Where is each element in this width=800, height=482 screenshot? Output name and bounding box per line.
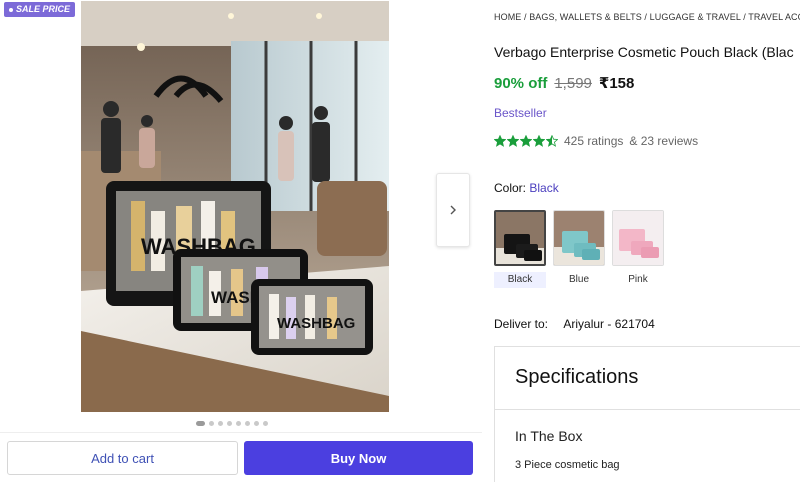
carousel-dot[interactable] xyxy=(263,421,268,426)
blue-bag-thumbnail xyxy=(554,211,604,265)
star-icon xyxy=(546,135,558,147)
color-label: Color: xyxy=(494,181,527,195)
selected-color: Black xyxy=(529,181,559,195)
carousel-dot[interactable] xyxy=(196,421,205,426)
reviews-count: & 23 reviews xyxy=(629,134,699,148)
product-image[interactable]: WASHBAG WASH WASHBAG xyxy=(81,1,389,412)
product-title: Verbago Enterprise Cosmetic Pouch Black … xyxy=(494,44,794,60)
carousel-dot[interactable] xyxy=(218,421,223,426)
add-to-cart-button[interactable]: Add to cart xyxy=(7,441,238,475)
color-option-blue[interactable]: Blue xyxy=(553,210,605,288)
rating-stars xyxy=(494,135,558,147)
spec-section-value: 3 Piece cosmetic bag xyxy=(515,459,620,471)
specifications-panel: Specifications In The Box 3 Piece cosmet… xyxy=(494,346,800,482)
swatch-thumbnail xyxy=(612,210,664,266)
spec-section-label: In The Box xyxy=(515,428,583,444)
color-option-label: Blue xyxy=(568,274,589,285)
sale-badge: SALE PRICE xyxy=(4,2,76,17)
black-bag-thumbnail xyxy=(496,212,544,264)
bestseller-tag: Bestseller xyxy=(494,106,547,120)
carousel-dot[interactable] xyxy=(236,421,241,426)
original-price: 1,599 xyxy=(554,75,592,92)
product-photo-illustration: WASHBAG WASH WASHBAG xyxy=(81,1,389,412)
chevron-right-icon xyxy=(450,205,456,215)
rating-row[interactable]: 425 ratings & 23 reviews xyxy=(494,134,698,148)
carousel-dots xyxy=(196,421,268,426)
discount-percent: 90% off xyxy=(494,75,548,92)
delivery-location: Ariyalur - 621704 xyxy=(563,317,655,331)
deliver-label: Deliver to: xyxy=(494,317,549,331)
sale-badge-label: SALE PRICE xyxy=(16,4,71,14)
pink-bag-thumbnail xyxy=(613,211,663,265)
sale-price: ₹158 xyxy=(598,75,635,92)
swatch-thumbnail xyxy=(553,210,605,266)
breadcrumb[interactable]: HOME / BAGS, WALLETS & BELTS / LUGGAGE &… xyxy=(494,12,800,22)
star-icon xyxy=(533,135,545,147)
ratings-count: 425 ratings xyxy=(564,134,624,148)
next-image-button[interactable] xyxy=(436,173,470,247)
color-option-label: Black xyxy=(494,272,546,288)
color-selector-label: Color: Black xyxy=(494,181,559,195)
color-option-black[interactable]: Black xyxy=(494,210,546,288)
star-icon xyxy=(507,135,519,147)
sale-dot-icon xyxy=(9,7,13,12)
delivery-row[interactable]: Deliver to: Ariyalur - 621704 xyxy=(494,317,655,331)
color-option-pink[interactable]: Pink xyxy=(612,210,664,288)
star-icon xyxy=(494,135,506,147)
carousel-dot[interactable] xyxy=(254,421,259,426)
divider xyxy=(495,409,800,410)
star-icon xyxy=(520,135,532,147)
swatch-thumbnail xyxy=(494,210,546,266)
price-row: 90% off 1,599 ₹158 xyxy=(494,74,634,92)
color-swatches: Black Blue Pink xyxy=(494,210,664,288)
carousel-dot[interactable] xyxy=(209,421,214,426)
svg-text:WASHBAG: WASHBAG xyxy=(277,315,355,332)
buy-now-button[interactable]: Buy Now xyxy=(244,441,473,475)
carousel-dot[interactable] xyxy=(227,421,232,426)
specifications-title: Specifications xyxy=(515,366,639,388)
color-option-label: Pink xyxy=(628,274,648,285)
carousel-dot[interactable] xyxy=(245,421,250,426)
action-bar: Add to cart Buy Now xyxy=(0,432,482,482)
